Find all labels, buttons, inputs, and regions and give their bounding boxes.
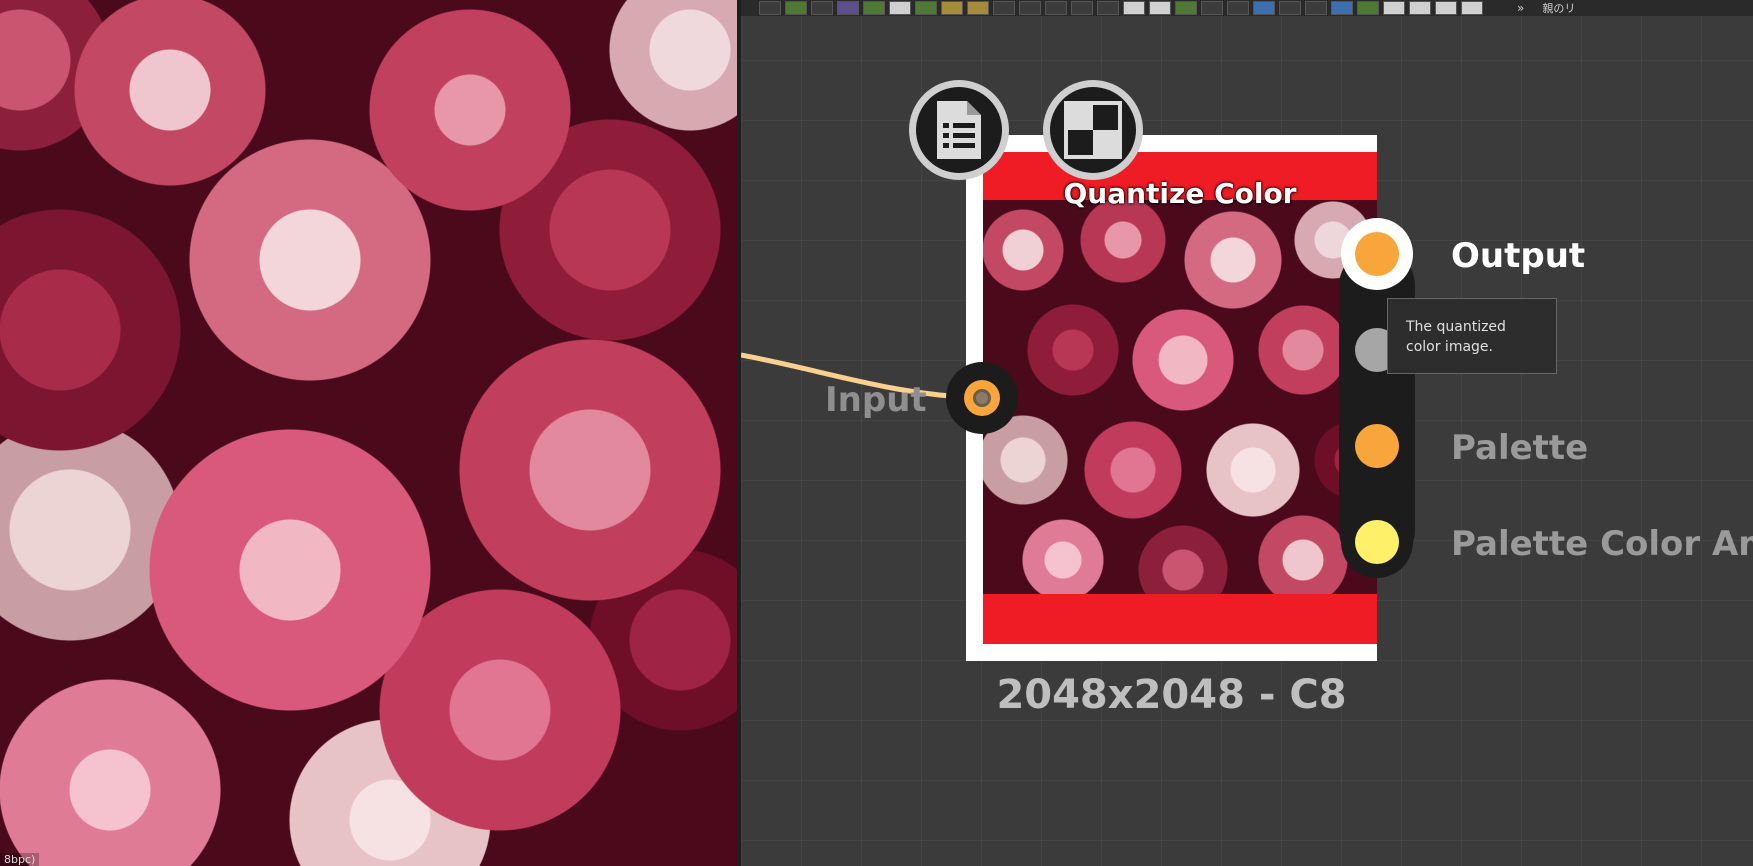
document-icon [937, 101, 981, 159]
palette-pin[interactable] [1341, 410, 1413, 482]
node-preview-badge[interactable] [1043, 80, 1143, 180]
palette-pin-label: Palette [1451, 428, 1589, 468]
node-thumbnail [983, 200, 1377, 594]
output-pin-label: Output [1451, 236, 1586, 276]
output-pin[interactable] [1341, 218, 1413, 290]
preview-status: 8bpc) [0, 853, 40, 866]
pin-tooltip: The quantized color image. [1387, 298, 1557, 374]
palette-color-amount-label: Palette Color Amou [1451, 524, 1753, 564]
node-resolution-label: 2048x2048 - C8 [996, 672, 1347, 718]
image-preview[interactable]: 8bpc) [0, 0, 737, 866]
node-graph[interactable]: » 親のリ Quantize Color 2048x2048 - C8 Inpu… [741, 0, 1753, 866]
input-pin[interactable] [946, 362, 1018, 434]
input-pin-label: Input [825, 380, 927, 420]
node-doc-badge[interactable] [909, 80, 1009, 180]
checker-icon [1064, 101, 1122, 159]
node-title: Quantize Color [1063, 177, 1297, 210]
palette-color-amount-pin[interactable] [1341, 506, 1413, 578]
input-pin-core [973, 389, 991, 407]
